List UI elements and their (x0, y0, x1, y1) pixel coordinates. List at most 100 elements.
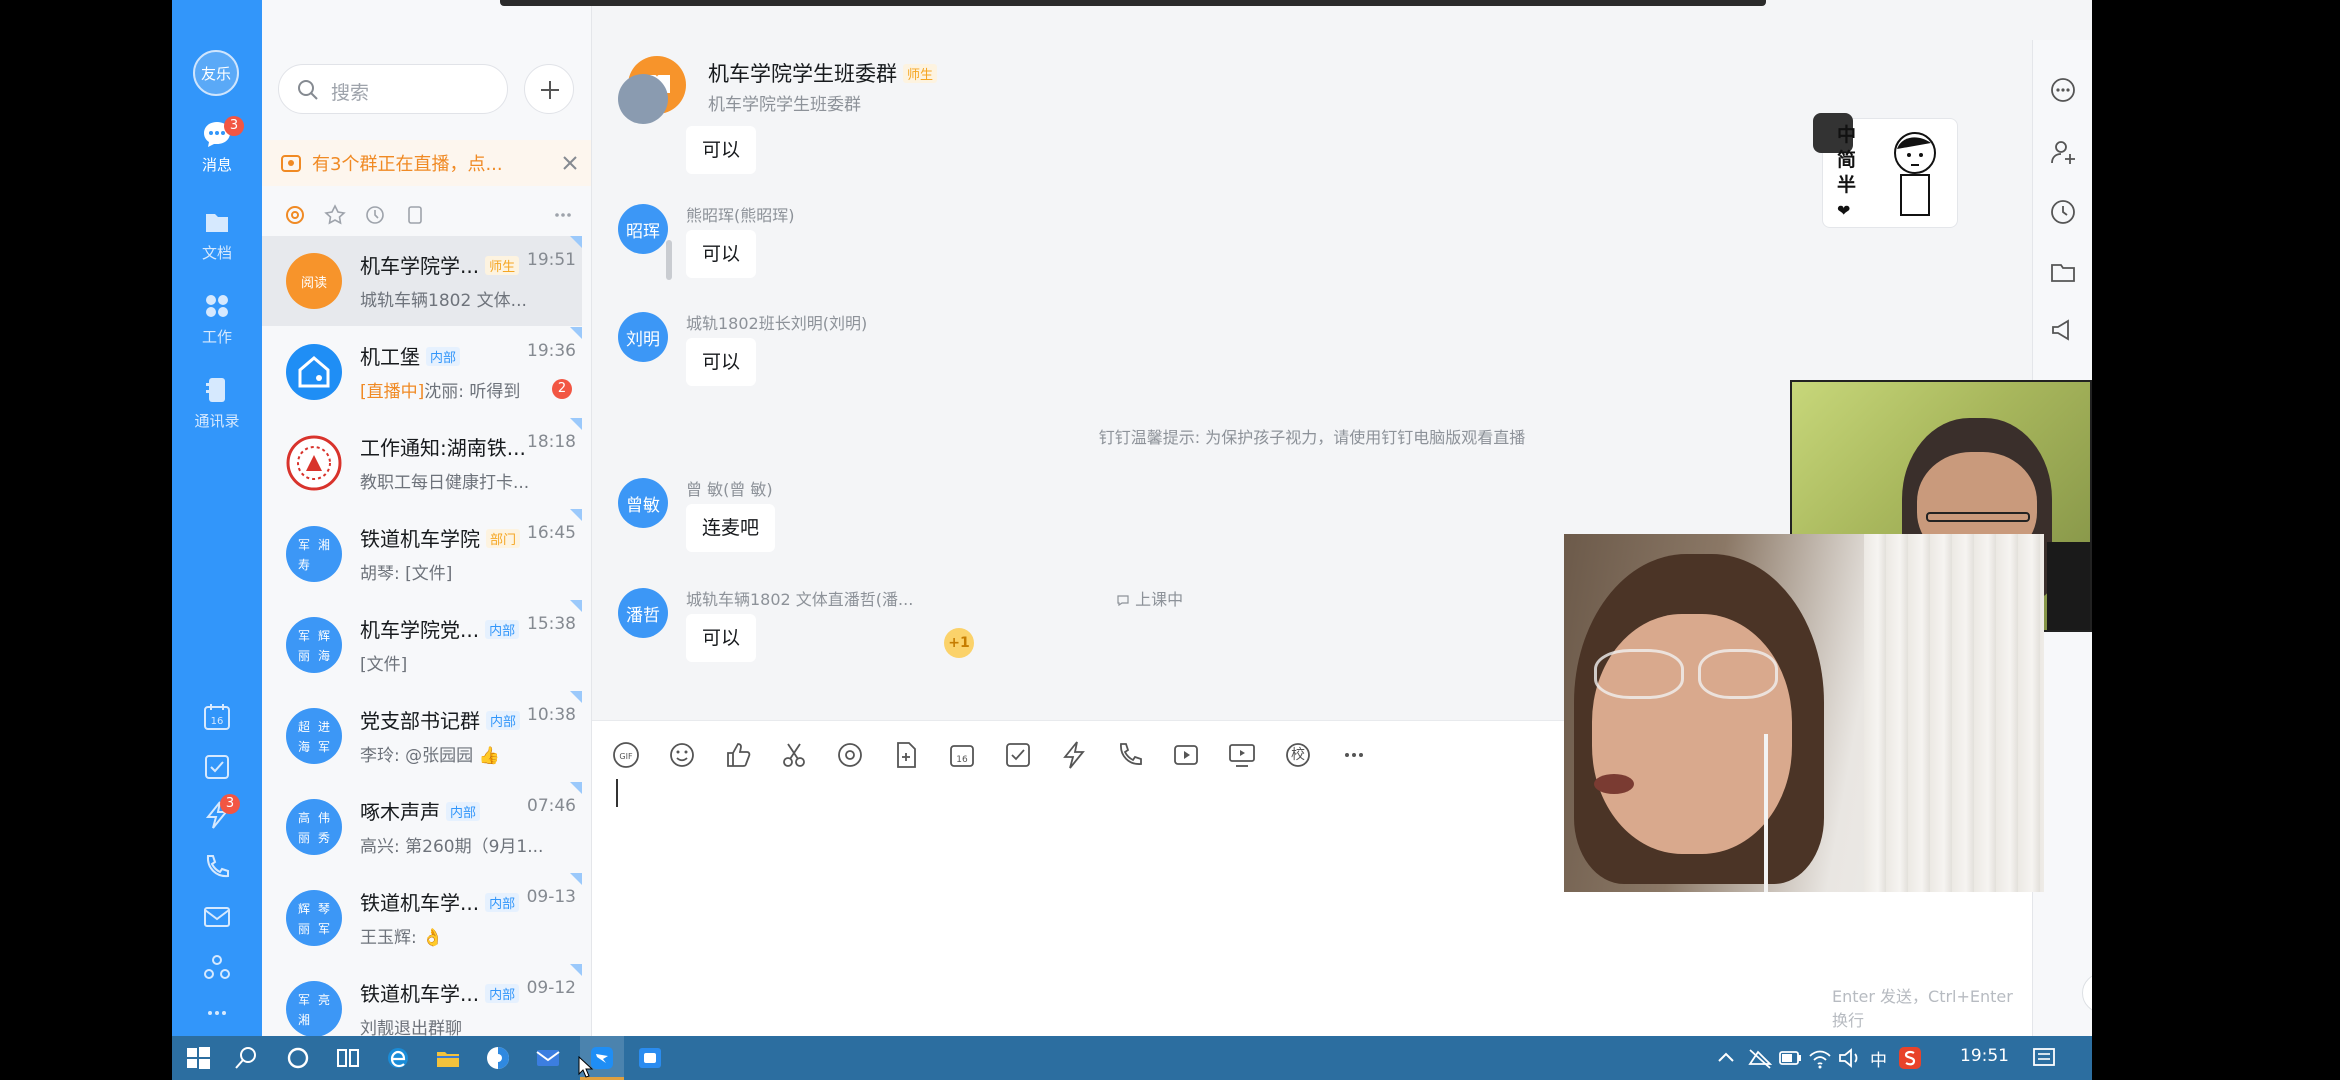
nav-messages[interactable]: 消息 3 (172, 116, 262, 190)
live-tool[interactable] (1170, 739, 1202, 771)
user-avatar[interactable]: 友乐 (193, 50, 239, 96)
avatar-char: 伟 (317, 810, 330, 825)
dingtalk-live-icon[interactable] (636, 1044, 664, 1072)
live-banner[interactable]: 有3个群正在直播，点... (262, 140, 591, 186)
volume-icon[interactable] (1836, 1044, 1864, 1072)
announcement-icon[interactable] (2049, 316, 2077, 344)
taskbar-clock[interactable]: 19:51 (1960, 1046, 2009, 1066)
calendar-icon[interactable]: 16 (202, 702, 232, 732)
mail-app-icon[interactable] (534, 1044, 562, 1072)
nav-contacts[interactable]: 通讯录 (172, 376, 262, 446)
thumbs-up-tool[interactable] (722, 739, 754, 771)
school-tool[interactable]: 校 (1282, 739, 1314, 771)
calendar-tool[interactable]: 16 (946, 739, 978, 771)
add-button[interactable] (524, 64, 574, 114)
ding-tool[interactable]: 3 (202, 794, 240, 830)
checkbox-tool[interactable] (1002, 739, 1034, 771)
sender-avatar[interactable] (618, 74, 668, 124)
star-icon[interactable] (324, 204, 346, 226)
more-icon[interactable] (552, 204, 574, 226)
search-icon[interactable] (232, 1044, 260, 1072)
conversation-avatar (286, 344, 342, 400)
sender-name: 城轨1802班长刘明(刘明) (686, 314, 868, 333)
sender-avatar[interactable]: 潘哲 (618, 588, 668, 638)
sender-avatar[interactable]: 曾敏 (618, 478, 668, 528)
scissors-tool[interactable] (778, 739, 810, 771)
message-bubble[interactable]: 可以 (686, 338, 757, 386)
conversation-name-text: 机工堡 (360, 345, 420, 369)
chevron-up-icon[interactable] (1712, 1044, 1740, 1072)
conversation-item[interactable]: 军辉丽海机车学院党... 内部 15:38 [文件] (262, 600, 582, 690)
at-icon[interactable] (284, 204, 306, 226)
windows-start-icon[interactable] (184, 1044, 212, 1072)
message-bubble[interactable]: 可以 (686, 614, 757, 662)
close-icon[interactable] (562, 155, 578, 171)
call-tool[interactable] (1114, 739, 1146, 771)
corner-marker (570, 236, 582, 248)
sender-avatar[interactable]: 昭珲 (618, 204, 668, 254)
file-icon[interactable] (404, 204, 426, 226)
gif-tool[interactable]: GIF (610, 739, 642, 771)
home-icon (298, 356, 330, 388)
network-tray-icon[interactable] (1746, 1044, 1774, 1072)
more-tool[interactable] (1338, 739, 1370, 771)
video-main-speaker[interactable] (1564, 534, 2044, 892)
conversation-tag: 内部 (485, 984, 520, 1003)
folder-icon[interactable] (2049, 258, 2077, 286)
sender-avatar[interactable]: 刘明 (618, 312, 668, 362)
conversation-item[interactable]: 军湘寿铁道机车学院 部门 16:45 胡琴: [文件] (262, 509, 582, 599)
network-icon[interactable] (202, 952, 232, 982)
cortana-icon[interactable] (284, 1044, 312, 1072)
ime-indicator[interactable]: 中 (1870, 1046, 1887, 1071)
docs-icon (206, 214, 228, 232)
message-bubble[interactable]: 可以 (686, 126, 757, 174)
history-icon[interactable] (2049, 198, 2077, 226)
conversation-item[interactable]: 机工堡 内部 19:36 [直播中]沈丽: 听得到 2 (262, 327, 582, 417)
search-input[interactable]: 搜索 (278, 64, 508, 114)
sogou-ime-icon[interactable] (1896, 1044, 1924, 1072)
conversation-item[interactable]: 阅读 机车学院学... 师生 19:51 城轨车辆1802 文体... (262, 236, 582, 326)
live-indicator: [直播中] (360, 382, 425, 402)
phone-icon[interactable] (202, 852, 232, 882)
nav-work[interactable]: 工作 (172, 292, 262, 362)
message-bubble[interactable]: 可以 (686, 230, 757, 278)
action-center-icon[interactable] (2030, 1044, 2058, 1072)
message-bubble[interactable]: 连麦吧 (686, 504, 776, 552)
nav-docs[interactable]: 文档 (172, 208, 262, 278)
conversation-item[interactable]: 超进海军党支部书记群 内部 10:38 李玲: @张园园 👍 (262, 691, 582, 781)
conversation-item[interactable]: 高伟丽秀啄木声声 内部 07:46 高兴: 第260期（9月1... (262, 782, 582, 872)
conversation-avatar: 辉琴丽军 (286, 890, 342, 946)
more-icon[interactable] (202, 998, 232, 1028)
conversation-preview: 教职工每日健康打卡... (360, 468, 529, 493)
mail-icon[interactable] (202, 902, 232, 932)
add-member-icon[interactable] (2049, 138, 2077, 166)
plus-icon (541, 81, 559, 99)
conversation-name-text: 机车学院学... (360, 254, 480, 278)
browser-icon[interactable] (484, 1044, 512, 1072)
wifi-icon[interactable] (1806, 1044, 1834, 1072)
plus-one-button[interactable]: +1 (944, 628, 974, 658)
group-title[interactable]: 机车学院学生班委群 师生 (708, 58, 938, 88)
message-input[interactable] (616, 779, 618, 807)
todo-icon[interactable] (202, 752, 232, 782)
conversation-time: 16:45 (527, 523, 576, 543)
filter-row (262, 196, 591, 236)
ding-tool[interactable] (1058, 739, 1090, 771)
more-options-icon[interactable] (2049, 76, 2077, 104)
conversation-item[interactable]: 军亮湘铁道机车学... 内部 09-12 刘靓退出群聊 (262, 964, 582, 1036)
clock-icon[interactable] (364, 204, 386, 226)
emoji-tool[interactable] (666, 739, 698, 771)
at-tool[interactable] (834, 739, 866, 771)
conversation-item[interactable]: 辉琴丽军铁道机车学... 内部 09-13 王玉辉: 👌 (262, 873, 582, 963)
edge-browser-icon[interactable] (384, 1044, 412, 1072)
file-add-tool[interactable] (890, 739, 922, 771)
conversation-name-text: 机车学院党... (360, 618, 480, 642)
task-view-icon[interactable] (334, 1044, 362, 1072)
file-explorer-icon[interactable] (434, 1044, 462, 1072)
sticker[interactable]: 中 简 半 ❤ (1813, 113, 1958, 228)
search-placeholder: 搜索 (331, 82, 370, 104)
screen: 友乐 消息 3 文档 工作 通讯录 16 3 搜索 有3个群正在直播，点... … (0, 0, 2340, 1080)
battery-icon[interactable] (1776, 1044, 1804, 1072)
screen-share-tool[interactable] (1226, 739, 1258, 771)
conversation-item[interactable]: 工作通知:湖南铁... 18:18 教职工每日健康打卡... (262, 418, 582, 508)
